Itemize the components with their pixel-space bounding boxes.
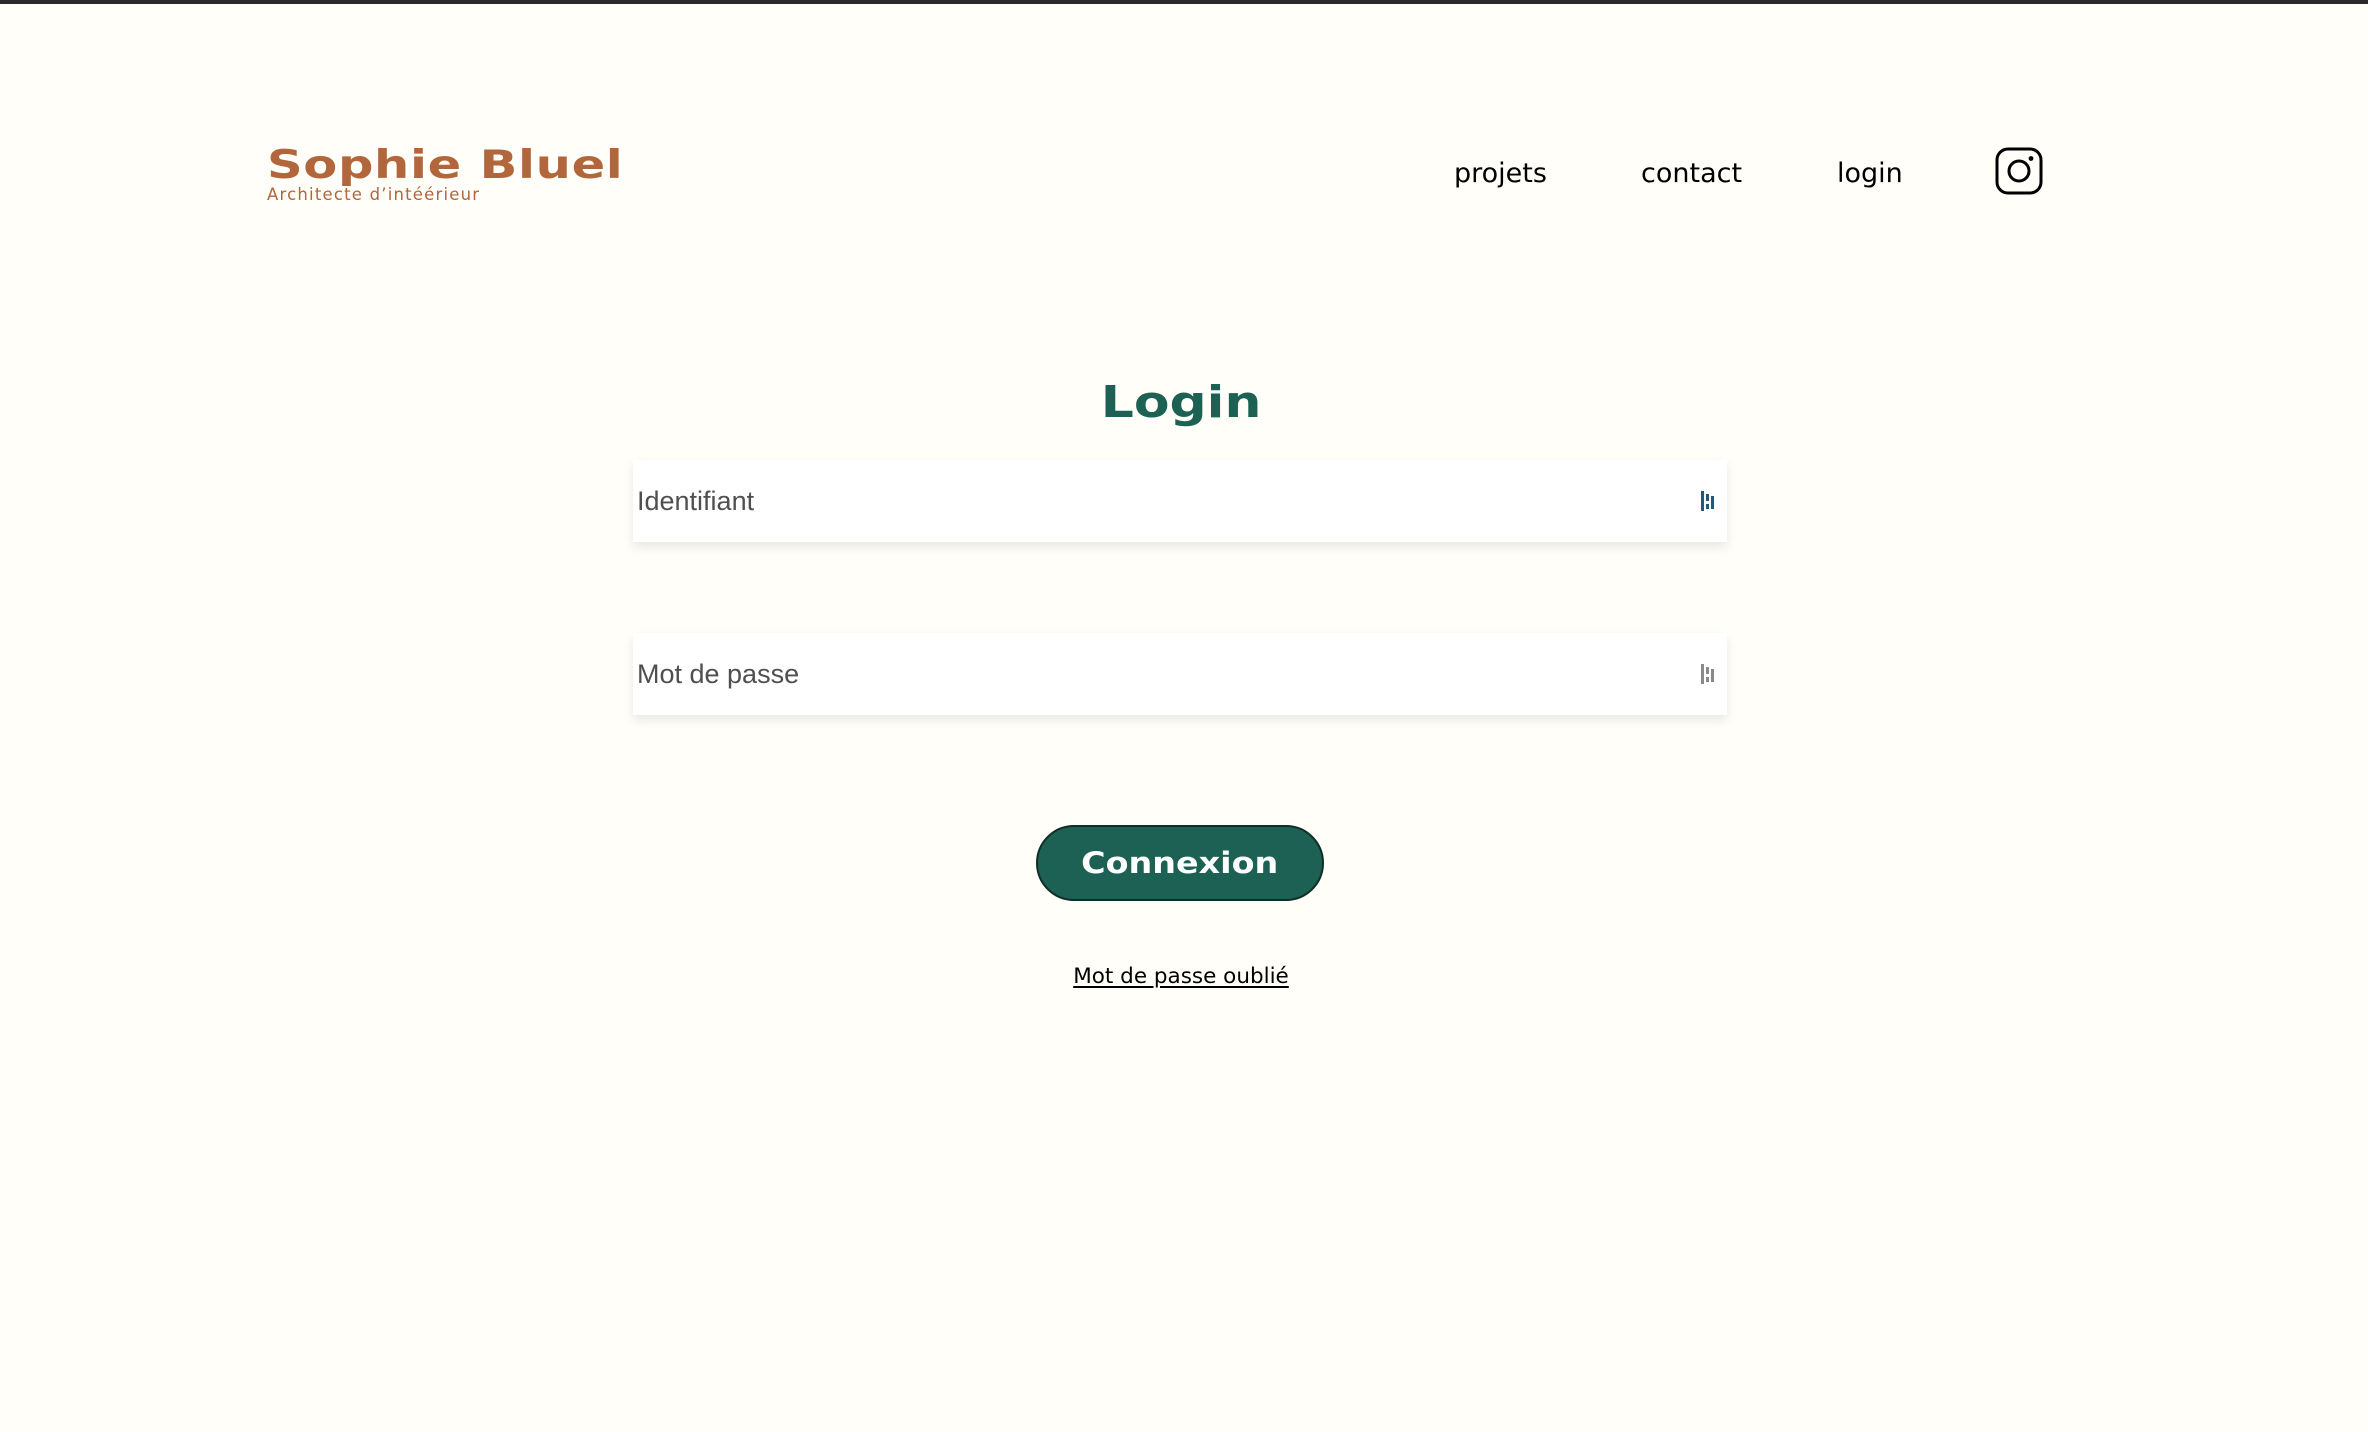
connexion-button-label: Connexion [1081,846,1279,880]
page-title-text: Login [1100,376,1262,428]
password-manager-icon[interactable] [1699,663,1719,685]
logo-title: Sophie Bluel [267,143,624,188]
forgot-password: Mot de passe oublié [0,962,2362,992]
forgot-password-link[interactable]: Mot de passe oublié [1073,964,1289,989]
connexion-button[interactable]: Connexion [1036,825,1324,901]
password-manager-icon[interactable] [1699,490,1719,512]
top-border [0,0,2368,4]
page-title: Login [0,373,2362,433]
nav-login-link[interactable]: login [1837,156,1903,192]
nav-projets-link[interactable]: projets [1454,156,1547,192]
logo-subtitle: Architecte d’intéérieur [267,185,481,204]
identifier-field [633,460,1727,542]
identifier-input[interactable] [633,460,1727,542]
logo[interactable]: Sophie Bluel Architecte d’intéérieur [267,146,623,204]
password-field [633,633,1727,715]
password-input[interactable] [633,633,1727,715]
instagram-icon[interactable] [1995,147,2043,195]
nav-contact-link[interactable]: contact [1641,156,1742,192]
